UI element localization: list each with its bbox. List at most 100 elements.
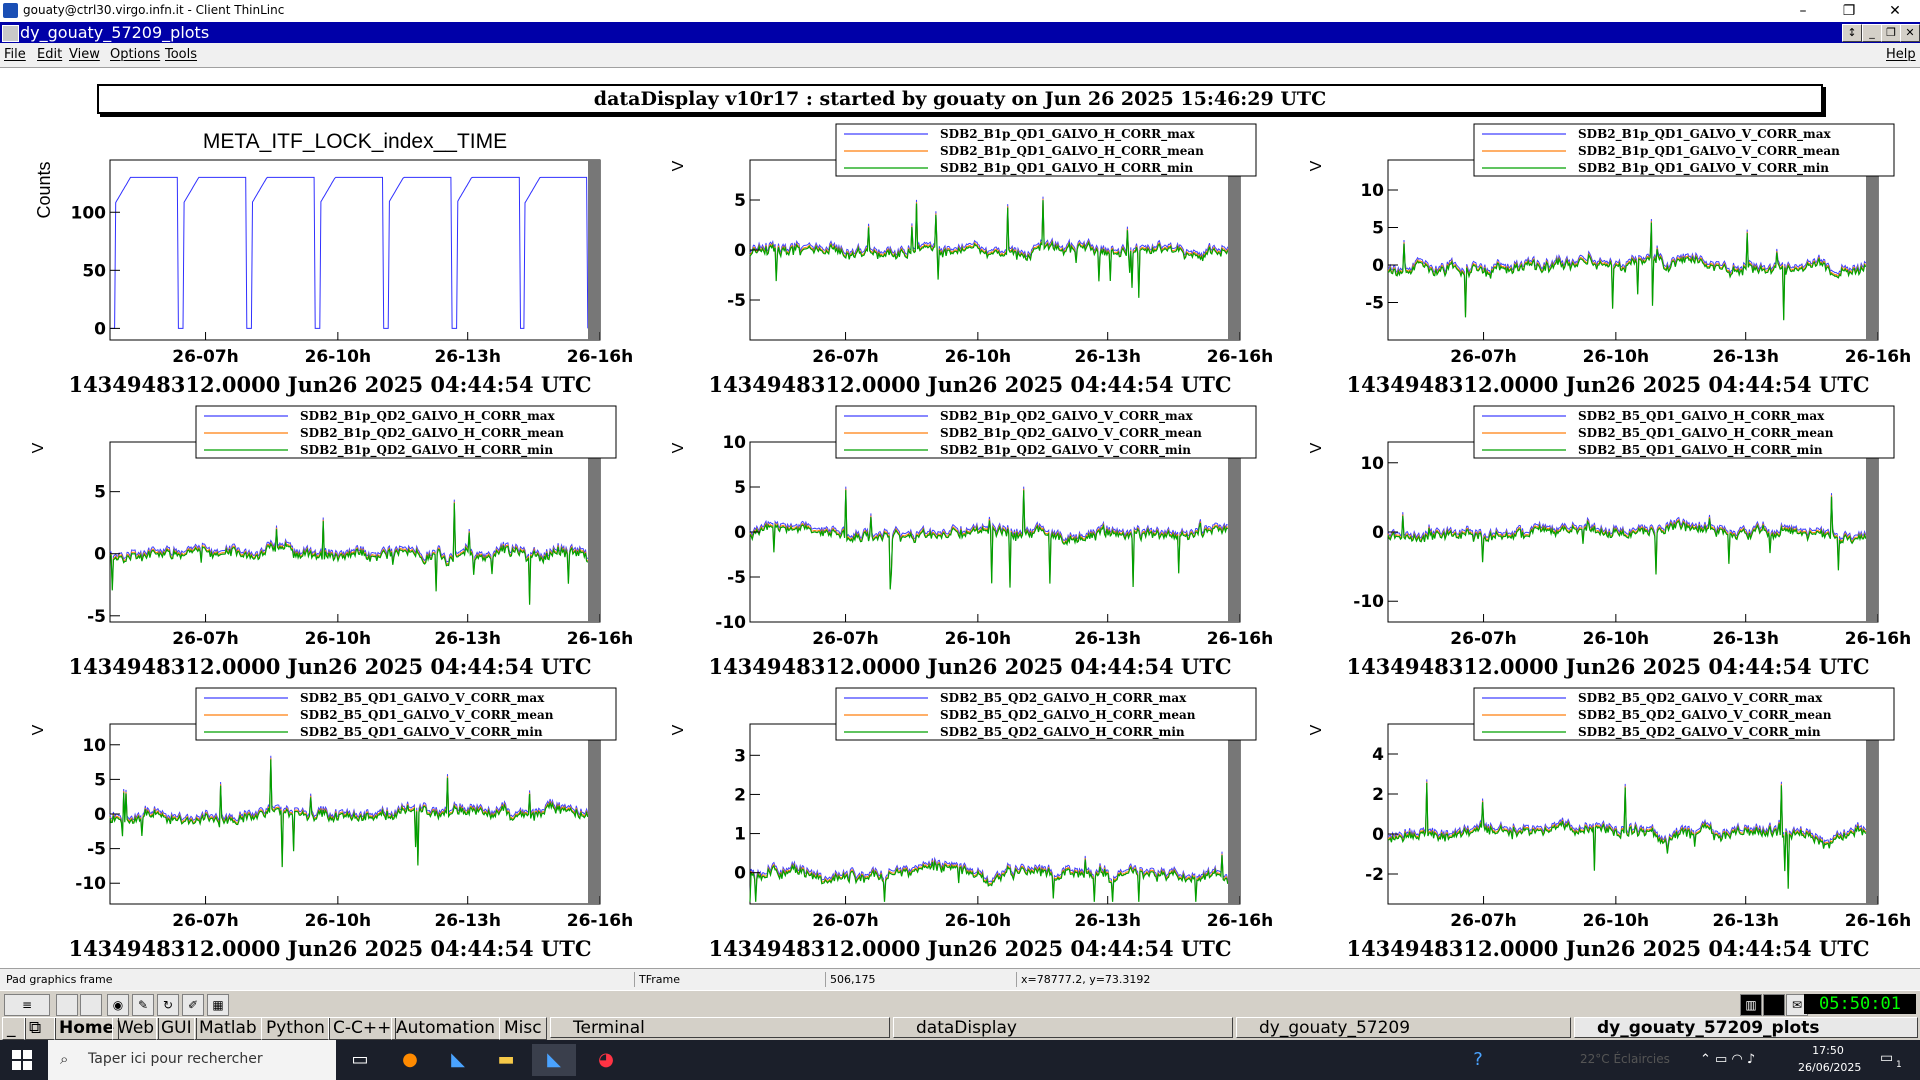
menu-edit[interactable]: Edit (37, 47, 62, 62)
x-tick-label: 26-16h (1845, 911, 1911, 931)
help-icon[interactable]: ? (1456, 1044, 1500, 1076)
menu-options[interactable]: Options (110, 47, 160, 62)
close-button[interactable]: ✕ (1872, 0, 1918, 22)
plot-pad-8: 26-07h 26-10h 26-13h 26-16h -2 0 2 4 V SDB2_B5_QD… (1308, 687, 1911, 961)
y-tick-label: 0 (94, 805, 106, 825)
y-tick-label: 0 (94, 319, 106, 339)
tab-automation[interactable]: Automation (391, 1017, 501, 1040)
tab-misc[interactable]: Misc (499, 1017, 547, 1040)
thinlinc-taskbar-icon[interactable]: ◣ (436, 1044, 480, 1076)
weather[interactable]: 22°C Éclaircies (1580, 1052, 1670, 1066)
y-tick-label: 1 (734, 825, 746, 845)
plot-right-shade (1866, 160, 1878, 340)
x-tick-label: 26-13h (1712, 629, 1778, 649)
task-terminal-label: Terminal (573, 1018, 645, 1038)
tab-web[interactable]: Web (112, 1017, 160, 1040)
legend-entry: SDB2_B1p_QD1_GALVO_V_CORR_min (1578, 161, 1829, 176)
app-window-icon[interactable] (2, 25, 19, 42)
plot-right-shade (1228, 160, 1240, 340)
plot-right-shade (588, 442, 600, 622)
tab-gui[interactable]: GUI (156, 1017, 197, 1040)
x-tick-label: 26-10h (305, 629, 371, 649)
refresh-icon[interactable]: ↻ (157, 994, 179, 1016)
menu-view[interactable]: View (69, 47, 100, 62)
globe-icon[interactable]: ◉ (107, 994, 129, 1016)
blank-icon-2[interactable] (80, 994, 102, 1016)
y-tick-label: 0 (94, 545, 106, 565)
x-tick-label: 26-16h (1207, 347, 1273, 367)
task-dy-gouaty[interactable]: dy_gouaty_57209 (1236, 1017, 1571, 1038)
task-dy-gouaty-plots[interactable]: dy_gouaty_57209_plots (1574, 1017, 1918, 1038)
maximize-window-button[interactable]: ❐ (1881, 24, 1901, 42)
tools-icon[interactable]: ✎ (132, 994, 154, 1016)
x-tick-label: 26-16h (567, 629, 633, 649)
y-tick-label: 2 (1372, 785, 1384, 805)
y-tick-label: 5 (734, 191, 746, 211)
y-tick-label: 5 (94, 483, 106, 503)
plot-timestamp: 1434948312.0000 Jun26 2025 04:44:54 UTC (708, 372, 1231, 397)
x-tick-label: 26-13h (434, 911, 500, 931)
pen-icon[interactable]: ✐ (182, 994, 204, 1016)
plot-pad-5: 26-07h 26-10h 26-13h 26-16h -10 0 10 V SDB2_B5_Q… (1308, 405, 1911, 679)
y-tick-label: -10 (75, 874, 106, 894)
restore-button[interactable]: ❐ (1826, 0, 1872, 22)
launcher-logo-icon[interactable]: ≡ (4, 994, 50, 1016)
x-tick-label: 26-10h (1583, 911, 1649, 931)
thinlinc-active-icon[interactable]: ◣ (532, 1044, 576, 1076)
legend-entry: SDB2_B1p_QD2_GALVO_V_CORR_min (940, 443, 1191, 458)
x-tick-label: 26-07h (172, 911, 238, 931)
windows-list-icon[interactable]: ⧉ (24, 1017, 56, 1040)
task-datadisplay[interactable]: dataDisplay (893, 1017, 1233, 1038)
tab-python[interactable]: Python (261, 1017, 330, 1040)
file-explorer-icon[interactable]: ▬ (484, 1044, 528, 1076)
y-axis-label: V (30, 724, 47, 735)
tab-c-cpp[interactable]: C-C++ (328, 1017, 397, 1040)
y-tick-label: 0 (734, 523, 746, 543)
y-axis-label: V (30, 442, 47, 453)
menu-help[interactable]: Help (1886, 47, 1916, 62)
blank-icon[interactable] (56, 994, 78, 1016)
legend-entry: SDB2_B5_QD2_GALVO_H_CORR_max (940, 691, 1187, 706)
task-terminal[interactable]: Terminal (550, 1017, 890, 1038)
legend-entry: SDB2_B1p_QD1_GALVO_H_CORR_min (940, 161, 1193, 176)
menu-tools[interactable]: Tools (165, 47, 197, 62)
plot-timestamp: 1434948312.0000 Jun26 2025 04:44:54 UTC (68, 654, 591, 679)
x-tick-label: 26-07h (1450, 629, 1516, 649)
x-tick-label: 26-16h (1207, 911, 1273, 931)
y-axis-label: Counts (34, 161, 54, 218)
start-menu-button[interactable]: _ (2, 1017, 26, 1040)
legend-entry: SDB2_B1p_QD2_GALVO_H_CORR_min (300, 443, 553, 458)
status-bar: Pad graphics frame TFrame 506,175 x=7877… (0, 968, 1920, 991)
windows-search-box[interactable]: ⌕ Taper ici pour rechercher (48, 1040, 336, 1080)
graph-icon[interactable]: ▥ (1740, 994, 1762, 1016)
plots-svg[interactable]: 26-07h 26-10h 26-13h 26-16h 0 5 0 1 0 0 Counts META… (0, 68, 1920, 968)
app-taskbar: _ ⧉ Home Web GUI Matlab Python C-C++ Aut… (0, 1016, 1920, 1040)
iconify-window-button[interactable]: _ (1862, 24, 1882, 42)
x-tick-label: 26-10h (945, 911, 1011, 931)
chrome-icon[interactable]: ◕ (584, 1044, 628, 1076)
raise-window-button[interactable]: ↕ (1842, 24, 1862, 42)
windows-start-icon[interactable] (12, 1050, 32, 1070)
legend-entry: SDB2_B5_QD1_GALVO_H_CORR_mean (1578, 426, 1834, 441)
menu-file[interactable]: File (4, 47, 26, 62)
plot-title: META_ITF_LOCK_index__TIME (203, 130, 507, 153)
plot-right-shade (1228, 724, 1240, 904)
task-dy-gouaty-plots-label: dy_gouaty_57209_plots (1597, 1018, 1820, 1038)
legend-entry: SDB2_B5_QD2_GALVO_V_CORR_max (1578, 691, 1823, 706)
close-window-button[interactable]: ✕ (1900, 24, 1920, 42)
x-tick-label: 26-13h (1074, 629, 1140, 649)
firefox-icon[interactable]: ● (388, 1044, 432, 1076)
notification-icon[interactable]: ▭ (1880, 1050, 1893, 1066)
tray-icons[interactable]: ⌃ ▭ ◠ ♪ (1700, 1052, 1755, 1067)
tray-time[interactable]: 17:50 (1798, 1044, 1858, 1057)
tab-matlab[interactable]: Matlab (194, 1017, 262, 1040)
tab-home[interactable]: Home (54, 1017, 120, 1040)
minimize-button[interactable]: – (1780, 0, 1826, 22)
task-view-icon[interactable]: ▭ (338, 1044, 382, 1076)
x-tick-label: 26-13h (1712, 347, 1778, 367)
y-tick-label: 5 (1372, 219, 1384, 239)
spreadsheet-icon[interactable]: ▦ (207, 994, 229, 1016)
plot-pad-1: 26-07h 26-10h 26-13h 26-16h -5 0 5 V SDB2_B1p_QD… (670, 123, 1273, 397)
monitor-icon[interactable] (1763, 994, 1785, 1016)
tray-date[interactable]: 26/06/2025 (1798, 1061, 1861, 1074)
